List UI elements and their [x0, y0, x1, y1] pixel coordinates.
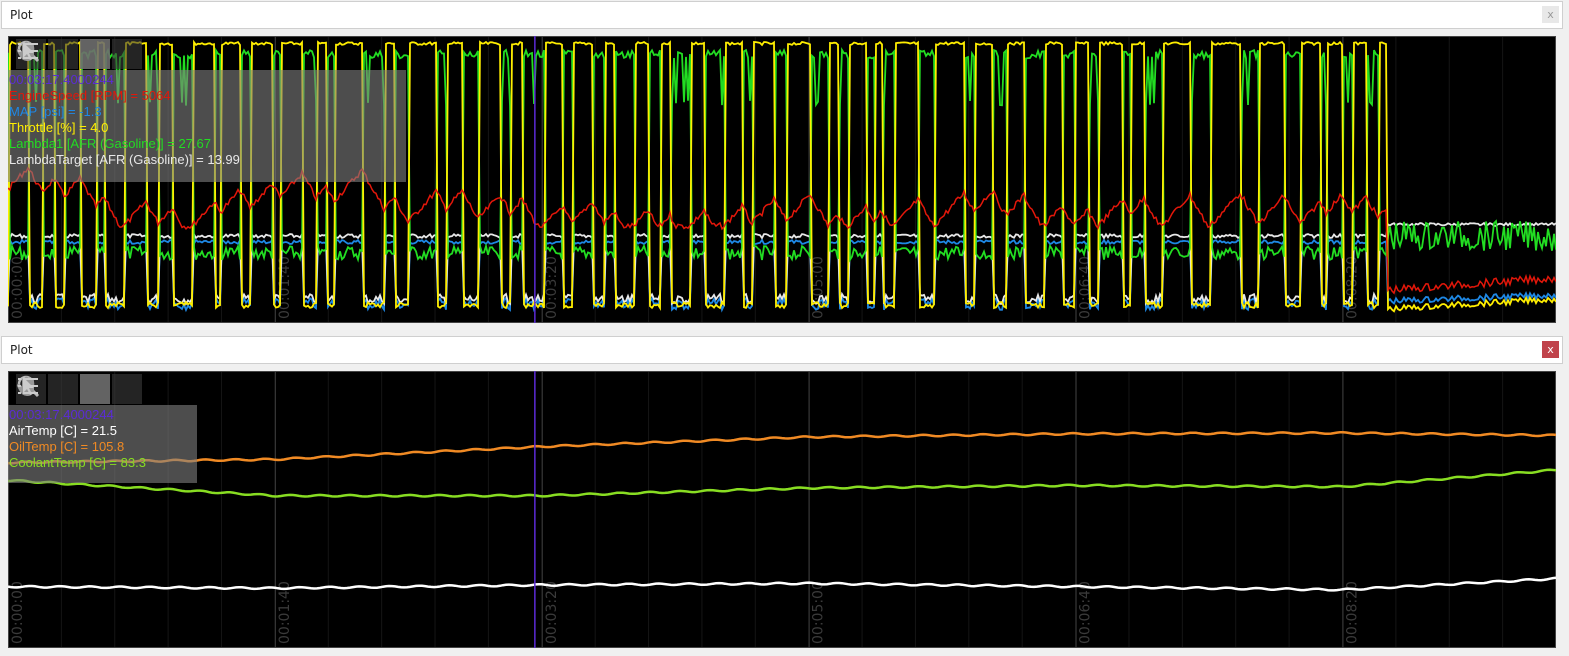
plot-titlebar[interactable]: Plot x: [1, 1, 1563, 29]
pan-button[interactable]: [16, 39, 78, 69]
plot-title: Plot: [10, 8, 33, 22]
close-button[interactable]: x: [1542, 6, 1559, 23]
plot-panel-1: Plot x 00:00:00 00:01:40 00:03:20 00:05:00 0…: [0, 0, 1569, 330]
legend-entry: LambdaTarget [AFR (Gasoline)] = 13.99: [9, 152, 240, 167]
x-tick-label: 00:01:40: [277, 581, 293, 644]
x-tick-label: 00:06:40: [1078, 256, 1094, 319]
x-tick-label: 00:03:20: [544, 256, 560, 319]
legend-list-button[interactable]: [18, 39, 142, 69]
plot-border: [8, 371, 1556, 648]
cursor-time: 00:03:17.4000244: [9, 407, 114, 422]
x-tick-label: 00:00:00: [10, 581, 26, 644]
cursor-legend: 00:03:17.4000244 EngineSpeed [RPM] = 506…: [8, 70, 406, 182]
legend-entry: AirTemp [C] = 21.5: [9, 423, 118, 438]
plot-toolbar: [16, 39, 144, 69]
plot-toolbar: [16, 374, 144, 404]
legend-entry: EngineSpeed [RPM] = 5064: [9, 88, 171, 103]
series-line-air-temp: [8, 576, 1556, 592]
legend-entry: MAP [psi] = -1.3: [9, 104, 102, 119]
x-tick-label: 00:06:40: [1078, 581, 1094, 644]
x-tick-label: 00:05:00: [811, 581, 827, 644]
x-tick-label: 00:00:00: [10, 256, 26, 319]
plot-title: Plot: [10, 343, 33, 357]
series-line-coolant-temp: [8, 468, 1556, 498]
cursor-legend: 00:03:17.4000244 AirTemp [C] = 21.5 OilTe…: [8, 405, 197, 483]
plot-canvas: 00:00:00 00:01:40 00:03:20 00:05:00 00:06:40…: [8, 371, 1556, 648]
close-button[interactable]: x: [1542, 341, 1559, 358]
x-tick-label: 00:05:00: [811, 256, 827, 319]
plot-panel-2: Plot x 00:00:00 00:01:40 00:03:20 00:05:00 0…: [0, 335, 1569, 656]
series-line-oil-temp: [8, 430, 1556, 465]
pointer-button[interactable]: [23, 39, 110, 69]
legend-entry: CoolantTemp [C] = 83.3: [9, 455, 146, 470]
legend-list-button[interactable]: [18, 374, 142, 404]
plot-titlebar[interactable]: Plot x: [1, 336, 1563, 364]
pointer-button[interactable]: [23, 374, 110, 404]
legend-entry: Throttle [%] = 4.0: [9, 120, 109, 135]
legend-entry: OilTemp [C] = 105.8: [9, 439, 125, 454]
cursor-time: 00:03:17.4000244: [9, 72, 114, 87]
plot-area[interactable]: 00:00:00 00:01:40 00:03:20 00:05:00 00:06:40…: [8, 36, 1556, 323]
x-tick-label: 00:03:20: [544, 581, 560, 644]
plot-area[interactable]: 00:00:00 00:01:40 00:03:20 00:05:00 00:06:40…: [8, 371, 1556, 648]
legend-entry: Lambda1 [AFR (Gasoline)] = 27.67: [9, 136, 211, 151]
pan-button[interactable]: [16, 374, 78, 404]
